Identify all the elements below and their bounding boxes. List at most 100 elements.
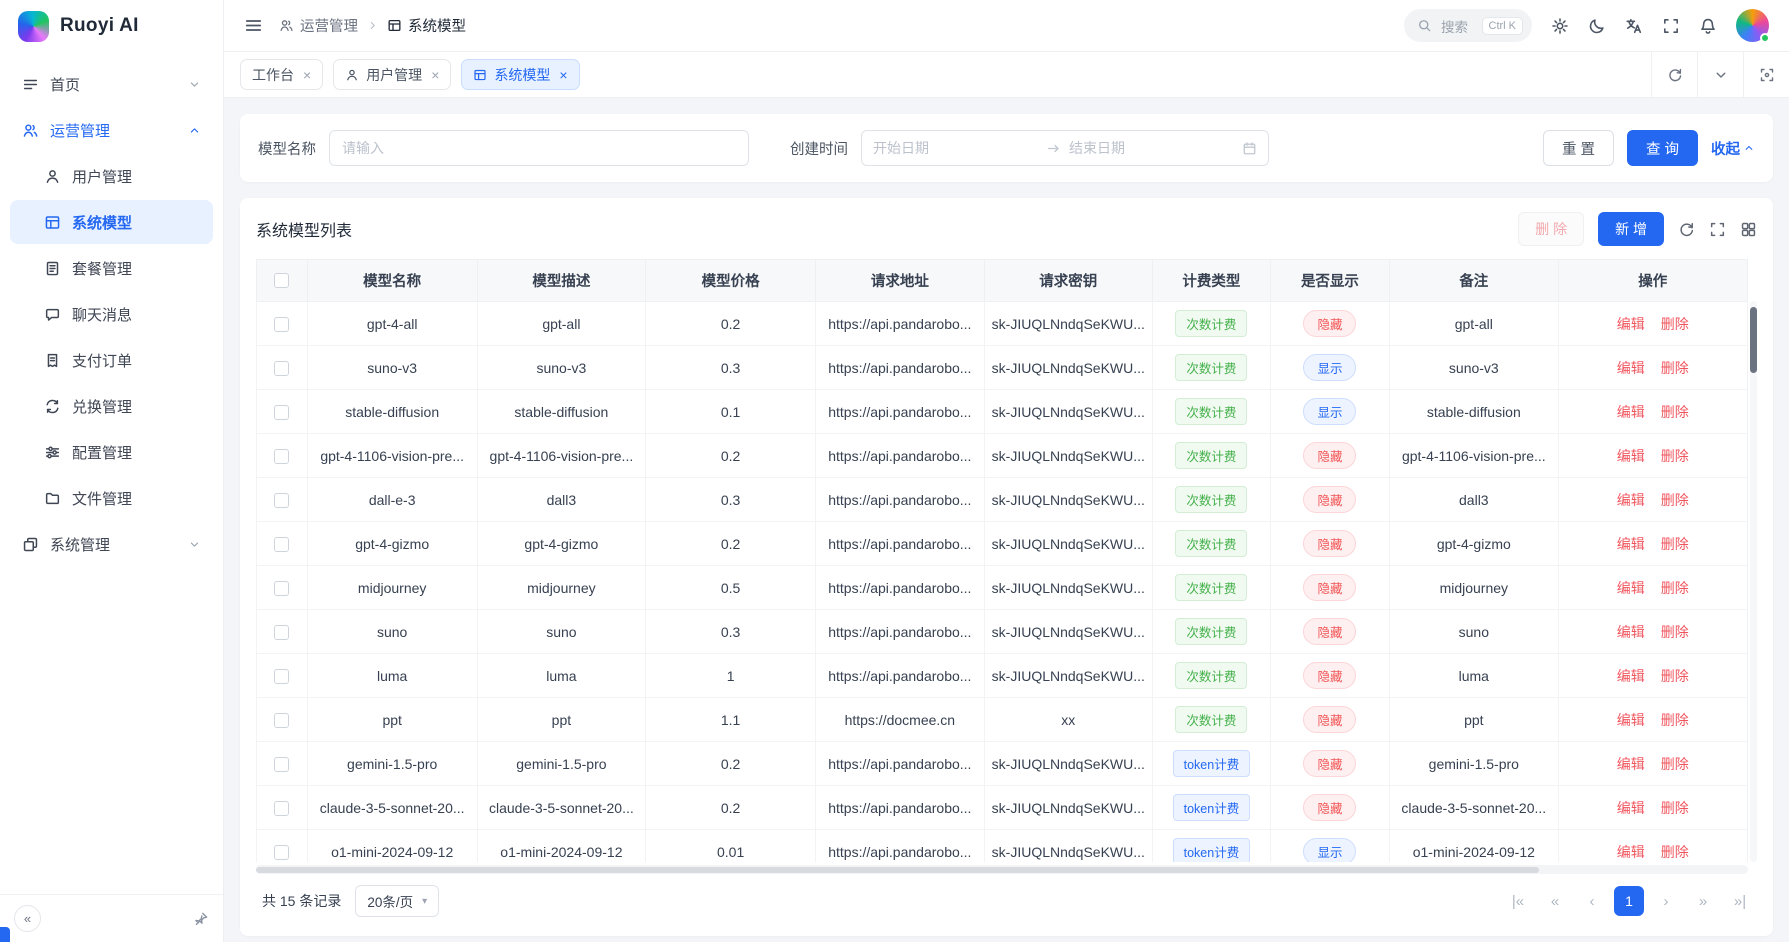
edit-link[interactable]: 编辑 (1617, 536, 1645, 552)
delete-link[interactable]: 删除 (1661, 404, 1689, 420)
sidebar-subitem[interactable]: 聊天消息 (10, 292, 213, 336)
row-checkbox[interactable] (274, 757, 289, 772)
edit-link[interactable]: 编辑 (1617, 756, 1645, 772)
jump-back-button[interactable]: « (1540, 886, 1570, 916)
vertical-scrollbar[interactable] (1750, 301, 1757, 862)
table-refresh-icon[interactable] (1678, 221, 1695, 238)
start-date-input[interactable] (873, 140, 1038, 156)
sidebar-collapse-button[interactable]: « (14, 905, 41, 932)
sidebar-subitem[interactable]: 用户管理 (10, 154, 213, 198)
row-checkbox[interactable] (274, 361, 289, 376)
sidebar-subitem[interactable]: 配置管理 (10, 430, 213, 474)
column-header: 模型价格 (646, 260, 816, 302)
delete-link[interactable]: 删除 (1661, 536, 1689, 552)
settings-gear-icon[interactable] (1551, 17, 1569, 35)
edit-link[interactable]: 编辑 (1617, 404, 1645, 420)
jump-forward-button[interactable]: » (1688, 886, 1718, 916)
scrollbar-thumb[interactable] (256, 867, 1539, 873)
select-all-checkbox[interactable] (274, 273, 289, 288)
delete-link[interactable]: 删除 (1661, 360, 1689, 376)
row-checkbox[interactable] (274, 845, 289, 860)
row-checkbox[interactable] (274, 625, 289, 640)
edit-link[interactable]: 编辑 (1617, 668, 1645, 684)
table-columns-icon[interactable] (1740, 221, 1757, 238)
sidebar-subitem[interactable]: 兑换管理 (10, 384, 213, 428)
edit-link[interactable]: 编辑 (1617, 800, 1645, 816)
collapse-filter-link[interactable]: 收起 (1711, 138, 1755, 159)
cell-request-key: sk-JIUQLNndqSeKWU... (984, 434, 1152, 478)
row-checkbox[interactable] (274, 537, 289, 552)
row-checkbox[interactable] (274, 669, 289, 684)
delete-link[interactable]: 删除 (1661, 448, 1689, 464)
row-checkbox[interactable] (274, 493, 289, 508)
delete-link[interactable]: 删除 (1661, 712, 1689, 728)
edit-link[interactable]: 编辑 (1617, 580, 1645, 596)
reset-button[interactable]: 重 置 (1543, 130, 1614, 166)
sidebar-subitem[interactable]: 文件管理 (10, 476, 213, 520)
edit-link[interactable]: 编辑 (1617, 492, 1645, 508)
notifications-bell-icon[interactable] (1699, 17, 1717, 35)
fullscreen-icon[interactable] (1662, 17, 1680, 35)
row-checkbox[interactable] (274, 405, 289, 420)
delete-link[interactable]: 删除 (1661, 756, 1689, 772)
scrollbar-thumb[interactable] (1750, 307, 1757, 373)
sidebar-subitem[interactable]: 系统模型 (10, 200, 213, 244)
first-page-button[interactable]: |« (1503, 886, 1533, 916)
edit-link[interactable]: 编辑 (1617, 448, 1645, 464)
sidebar-subitem[interactable]: 支付订单 (10, 338, 213, 382)
row-checkbox[interactable] (274, 317, 289, 332)
edit-link[interactable]: 编辑 (1617, 316, 1645, 332)
logo[interactable]: Ruoyi AI (0, 0, 223, 52)
delete-link[interactable]: 删除 (1661, 580, 1689, 596)
row-checkbox[interactable] (274, 449, 289, 464)
horizontal-scrollbar[interactable] (256, 865, 1748, 874)
prev-page-button[interactable]: ‹ (1577, 886, 1607, 916)
delete-link[interactable]: 删除 (1661, 668, 1689, 684)
page-number-button[interactable]: 1 (1614, 886, 1644, 916)
delete-link[interactable]: 删除 (1661, 492, 1689, 508)
edit-link[interactable]: 编辑 (1617, 360, 1645, 376)
language-translate-icon[interactable] (1625, 17, 1643, 35)
edit-link[interactable]: 编辑 (1617, 624, 1645, 640)
row-checkbox[interactable] (274, 581, 289, 596)
tab-item[interactable]: 用户管理× (333, 59, 451, 90)
tab-close-icon[interactable]: × (303, 67, 311, 83)
tab-menu-chevron-icon[interactable] (1697, 52, 1743, 97)
next-page-button[interactable]: › (1651, 886, 1681, 916)
edit-link[interactable]: 编辑 (1617, 712, 1645, 728)
sidebar-subitem[interactable]: 套餐管理 (10, 246, 213, 290)
page-size-select[interactable]: 20条/页 ▾ (355, 885, 439, 917)
menu-toggle-button[interactable] (244, 16, 263, 35)
delete-link[interactable]: 删除 (1661, 800, 1689, 816)
sidebar-item[interactable]: 首页 (10, 62, 213, 106)
query-button[interactable]: 查 询 (1627, 130, 1698, 166)
table-fullscreen-icon[interactable] (1709, 221, 1726, 238)
dark-mode-moon-icon[interactable] (1588, 17, 1606, 35)
end-date-input[interactable] (1069, 140, 1234, 156)
tab-refresh-icon[interactable] (1651, 52, 1697, 97)
sidebar-item[interactable]: 系统管理 (10, 522, 213, 566)
tab-item[interactable]: 工作台× (240, 59, 323, 90)
row-checkbox[interactable] (274, 801, 289, 816)
delete-link[interactable]: 删除 (1661, 624, 1689, 640)
last-page-button[interactable]: »| (1725, 886, 1755, 916)
breadcrumb-item[interactable]: 运营管理 (279, 15, 358, 36)
model-name-input[interactable] (329, 130, 749, 166)
tab-item[interactable]: 系统模型× (461, 59, 579, 90)
edit-link[interactable]: 编辑 (1617, 844, 1645, 860)
row-checkbox[interactable] (274, 713, 289, 728)
delete-link[interactable]: 删除 (1661, 316, 1689, 332)
date-range-picker[interactable] (861, 130, 1269, 166)
delete-link[interactable]: 删除 (1661, 844, 1689, 860)
delete-button[interactable]: 删 除 (1518, 212, 1584, 246)
pin-icon[interactable] (193, 911, 209, 927)
breadcrumb-item[interactable]: 系统模型 (387, 15, 466, 36)
tab-maximize-icon[interactable] (1743, 52, 1789, 97)
cell-request-key: sk-JIUQLNndqSeKWU... (984, 830, 1152, 863)
search-input[interactable]: 搜索 Ctrl K (1404, 9, 1532, 42)
user-avatar[interactable] (1736, 9, 1769, 42)
tab-close-icon[interactable]: × (431, 67, 439, 83)
add-button[interactable]: 新 增 (1598, 212, 1664, 246)
tab-close-icon[interactable]: × (559, 67, 567, 83)
sidebar-item[interactable]: 运营管理 (10, 108, 213, 152)
